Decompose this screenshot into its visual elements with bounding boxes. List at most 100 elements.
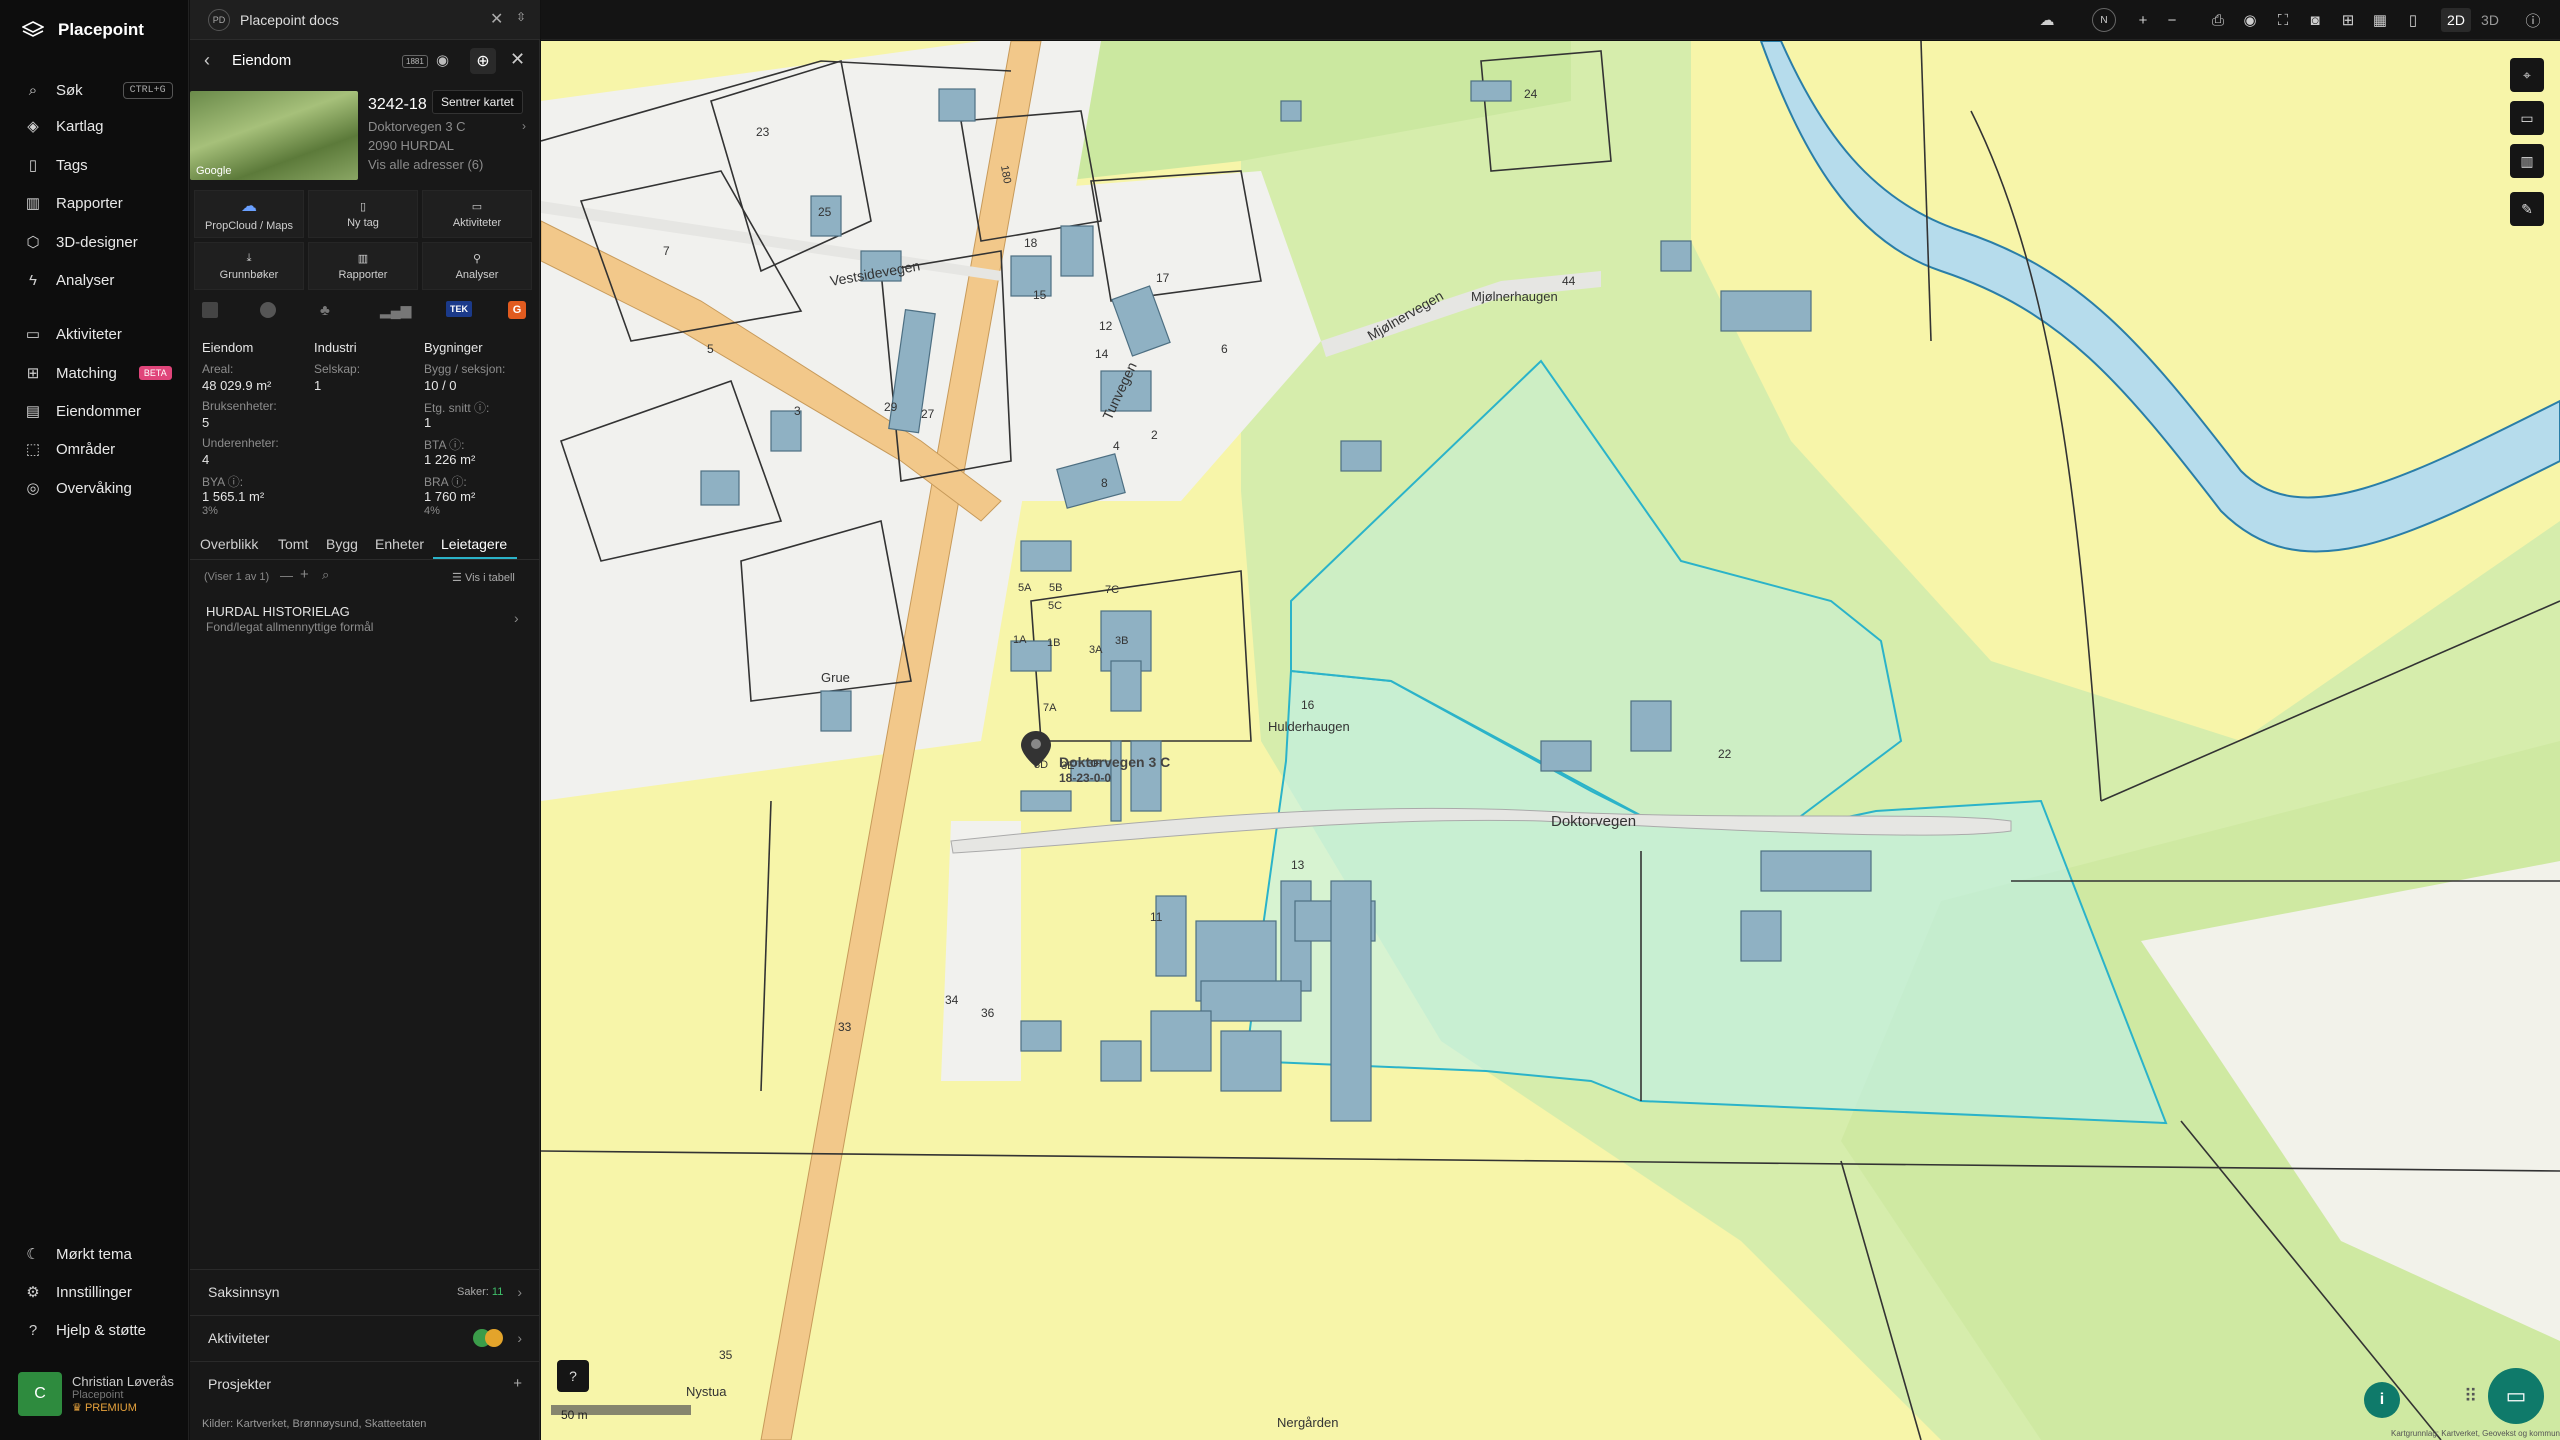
nav-item-omrader[interactable]: ⬚ Områder <box>24 437 115 461</box>
label-11: 11 <box>1150 910 1163 924</box>
aktiviteter-section[interactable]: Aktiviteter › <box>190 1315 540 1359</box>
analyze-button[interactable]: ⚲ Analyser <box>422 242 532 290</box>
all-addresses-link[interactable]: Vis alle adresser (6) <box>368 157 483 172</box>
bruks-label: Bruksenheter: <box>202 399 277 413</box>
cloud-upload-icon[interactable]: ☁ <box>2035 8 2059 32</box>
source-icon-1[interactable] <box>202 302 218 318</box>
participant-avatars <box>473 1328 504 1347</box>
label-25: 25 <box>818 205 832 219</box>
info-button[interactable]: i <box>2364 1382 2400 1418</box>
expand-icon[interactable]: ⇳ <box>516 10 526 24</box>
property-panel: PD Placepoint docs ✕ ⇳ ‹ Eiendom 1881 ◉ … <box>190 0 540 1440</box>
nav-item-aktiviteter[interactable]: ▭ Aktiviteter <box>24 322 122 346</box>
label-5b: 5B <box>1049 582 1062 594</box>
bookmark-icon: ▯ <box>359 200 367 213</box>
search-icon[interactable]: ⌕ <box>322 567 329 583</box>
chevron-right-icon[interactable]: › <box>522 119 526 133</box>
nav-item-kartlag[interactable]: ◈ Kartlag <box>24 114 103 138</box>
nav-item-help[interactable]: ? Hjelp & støtte <box>24 1318 146 1342</box>
tab-overblikk[interactable]: Overblikk <box>200 536 258 552</box>
help-map-button[interactable]: ? <box>557 1360 589 1392</box>
camera-icon[interactable]: ◙ <box>2303 8 2327 32</box>
fullscreen-icon[interactable]: ⛶ <box>2271 8 2295 32</box>
label-3b: 3B <box>1115 635 1128 647</box>
label-3: 3 <box>794 404 801 418</box>
map-tool-select[interactable]: ⌖ <box>2510 58 2544 92</box>
layout-icon[interactable]: ▦ <box>2368 8 2392 32</box>
nav-item-rapporter[interactable]: ▥ Rapporter <box>24 191 123 215</box>
reports-button[interactable]: ▥ Rapporter <box>308 242 418 290</box>
1881-icon[interactable]: 1881 <box>402 55 428 68</box>
app-logo[interactable]: Placepoint <box>22 20 144 40</box>
nav-item-3d-designer[interactable]: ⬡ 3D-designer <box>24 230 137 254</box>
back-icon[interactable]: ‹ <box>204 50 210 71</box>
drag-handle-icon[interactable]: ⠿ <box>2464 1386 2477 1407</box>
mode-3d-button[interactable]: 3D <box>2475 8 2505 32</box>
tab-leietagere[interactable]: Leietagere <box>441 536 507 552</box>
beta-badge: BETA <box>138 366 172 380</box>
nav-item-eiendommer[interactable]: ▤ Eiendommer <box>24 399 141 423</box>
bookmark-icon[interactable]: ▯ <box>2401 8 2425 32</box>
table-view-link[interactable]: ☰ Vis i tabell <box>452 571 515 584</box>
nav-item-analyser[interactable]: ϟ Analyser <box>24 268 114 292</box>
map-tool-chart[interactable]: ▥ <box>2510 144 2544 178</box>
map-tool-edit[interactable]: ✎ <box>2510 192 2544 226</box>
map-svg[interactable]: Vestsidevegen Tunvegen Mjølnervegen Dokt… <box>541 41 2560 1440</box>
document-icon: ▤ <box>25 403 41 420</box>
new-tag-button[interactable]: ▯ Ny tag <box>308 190 418 238</box>
premium-badge: ♛ PREMIUM <box>72 1402 137 1414</box>
nav-item-sok[interactable]: ⌕ Søk CTRL+G <box>24 78 173 102</box>
propcloud-button[interactable]: ☁ PropCloud / Maps <box>194 190 304 238</box>
panel-tab[interactable]: PD Placepoint docs ✕ ⇳ <box>190 0 540 40</box>
nav-item-matching[interactable]: ⊞ Matching BETA <box>24 361 172 385</box>
bra-pct: 4% <box>424 505 440 517</box>
tab-title: Placepoint docs <box>240 12 339 28</box>
nav-item-label: Hjelp & støtte <box>56 1321 147 1339</box>
label-7: 7 <box>663 244 670 258</box>
tek-icon[interactable]: TEK <box>446 301 472 317</box>
mode-2d-button[interactable]: 2D <box>2441 8 2471 32</box>
edit-icon: ✎ <box>2521 200 2533 217</box>
zoom-in-icon[interactable]: + <box>2131 8 2155 32</box>
plus-icon[interactable]: + <box>300 566 309 583</box>
grunnboker-button[interactable]: ⤓ Grunnbøker <box>194 242 304 290</box>
shortcut-badge: CTRL+G <box>122 81 173 99</box>
prosjekter-section[interactable]: Prosjekter + <box>190 1361 540 1405</box>
nav-item-dark-theme[interactable]: ☾ Mørkt tema <box>24 1242 132 1266</box>
saksinnsyn-section[interactable]: Saksinnsyn Saker: 11 › <box>190 1269 540 1313</box>
label-17: 17 <box>1156 271 1170 285</box>
tab-bygg[interactable]: Bygg <box>326 536 358 552</box>
map-tool-measure[interactable]: ▭ <box>2510 101 2544 135</box>
tenant-title[interactable]: HURDAL HISTORIELAG <box>206 604 350 619</box>
grid-icon[interactable]: ⊞ <box>2336 8 2360 32</box>
zoom-out-icon[interactable]: − <box>2160 8 2184 32</box>
nav-item-overvaking[interactable]: ◎ Overvåking <box>24 476 131 500</box>
col-industri: Industri <box>314 340 357 355</box>
property-photo[interactable]: Google <box>190 91 358 180</box>
minus-icon[interactable]: — <box>280 568 293 583</box>
add-icon: + <box>513 1375 522 1392</box>
g-icon[interactable]: G <box>508 301 526 319</box>
close-tab-icon[interactable]: ✕ <box>490 9 503 29</box>
label-34: 34 <box>945 993 959 1007</box>
nav-item-settings[interactable]: ⚙ Innstillinger <box>24 1280 132 1304</box>
globe-icon[interactable] <box>260 302 276 318</box>
eye-icon[interactable]: ◉ <box>436 51 449 69</box>
compass-button[interactable]: N <box>2092 8 2116 32</box>
chevron-right-icon[interactable]: › <box>514 610 519 626</box>
chat-button[interactable]: ▭ <box>2488 1368 2544 1424</box>
bars-icon[interactable]: ▂▄▆ <box>380 302 411 319</box>
map-canvas[interactable]: Vestsidevegen Tunvegen Mjølnervegen Dokt… <box>541 41 2560 1440</box>
etg-label: Etg. snitt ⓘ: <box>424 401 490 415</box>
tab-tomt[interactable]: Tomt <box>278 536 308 552</box>
center-map-icon[interactable]: ⊕ <box>470 48 496 74</box>
nav-item-tags[interactable]: ▯ Tags <box>24 153 88 177</box>
close-panel-icon[interactable]: ✕ <box>510 49 525 70</box>
activities-button[interactable]: ▭ Aktiviteter <box>422 190 532 238</box>
eye-icon[interactable]: ◉ <box>2238 8 2262 32</box>
user-card[interactable]: C Christian Løverås Placepoint ♛ PREMIUM <box>18 1372 174 1416</box>
tab-enheter[interactable]: Enheter <box>375 536 424 552</box>
info-icon[interactable]: ⓘ <box>2521 8 2545 32</box>
print-icon[interactable]: ⎙ <box>2206 8 2230 32</box>
industry-icon[interactable]: ♣ <box>320 302 330 319</box>
